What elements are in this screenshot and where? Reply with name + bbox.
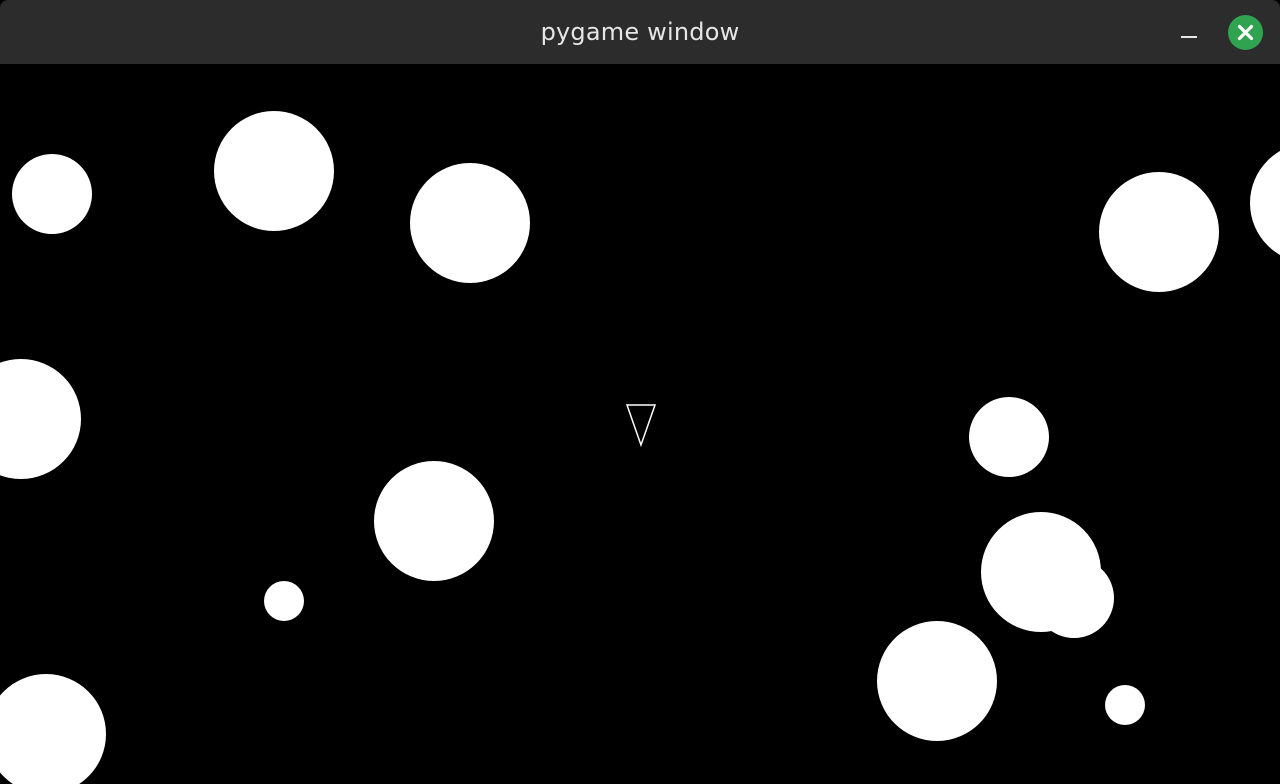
close-icon — [1237, 24, 1254, 41]
asteroid — [969, 397, 1049, 477]
space-background — [0, 64, 1280, 784]
minimize-button[interactable] — [1170, 16, 1208, 48]
pygame-window: pygame window — [0, 0, 1280, 784]
title-bar[interactable]: pygame window — [0, 0, 1280, 64]
asteroid — [410, 163, 530, 283]
asteroid — [214, 111, 334, 231]
asteroid — [1034, 558, 1114, 638]
asteroid — [1099, 172, 1219, 292]
minimize-icon — [1181, 36, 1197, 38]
asteroid — [1105, 685, 1145, 725]
close-button[interactable] — [1228, 15, 1263, 50]
game-scene — [0, 64, 1280, 784]
window-title: pygame window — [540, 18, 740, 46]
game-canvas[interactable] — [0, 64, 1280, 784]
asteroid — [374, 461, 494, 581]
asteroid — [12, 154, 92, 234]
asteroid — [264, 581, 304, 621]
asteroid — [877, 621, 997, 741]
